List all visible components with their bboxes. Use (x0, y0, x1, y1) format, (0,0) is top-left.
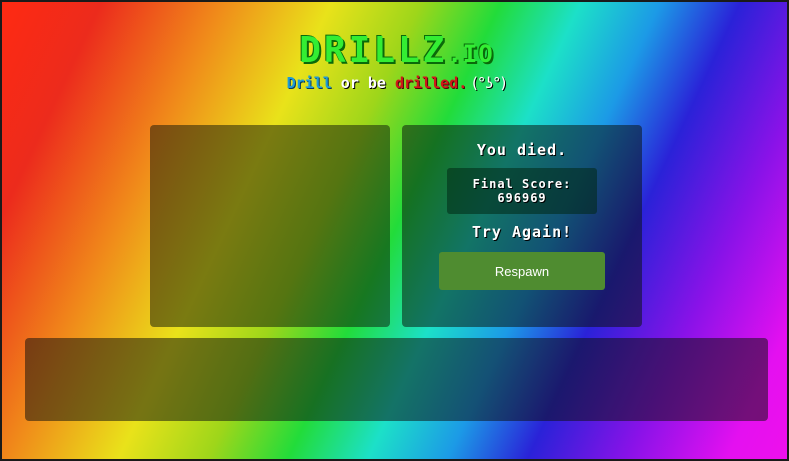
final-score-box: Final Score: 696969 (447, 168, 597, 214)
left-panel (150, 125, 390, 327)
tagline: Drill or be drilled. (°ʖ°) (2, 74, 789, 92)
tagline-drill: Drill (286, 74, 332, 92)
death-panel: You died. Final Score: 696969 Try Again!… (402, 125, 642, 327)
tagline-middle: or be (331, 74, 395, 92)
final-score-label: Final Score: (472, 177, 572, 191)
try-again-heading: Try Again! (471, 223, 573, 241)
game-logo: DRILLZ.IO (2, 30, 789, 71)
bottom-panel (25, 338, 768, 421)
game-background: DRILLZ.IO Drill or be drilled. (°ʖ°) You… (0, 0, 789, 461)
final-score-value: 696969 (497, 191, 547, 205)
logo-tld: .IO (447, 40, 494, 68)
tagline-drilled: drilled. (394, 74, 468, 92)
tagline-face: (°ʖ°) (467, 74, 507, 92)
logo-main: DRILLZ (299, 30, 448, 71)
respawn-button[interactable]: Respawn (439, 252, 605, 290)
death-title: You died. (476, 141, 568, 159)
